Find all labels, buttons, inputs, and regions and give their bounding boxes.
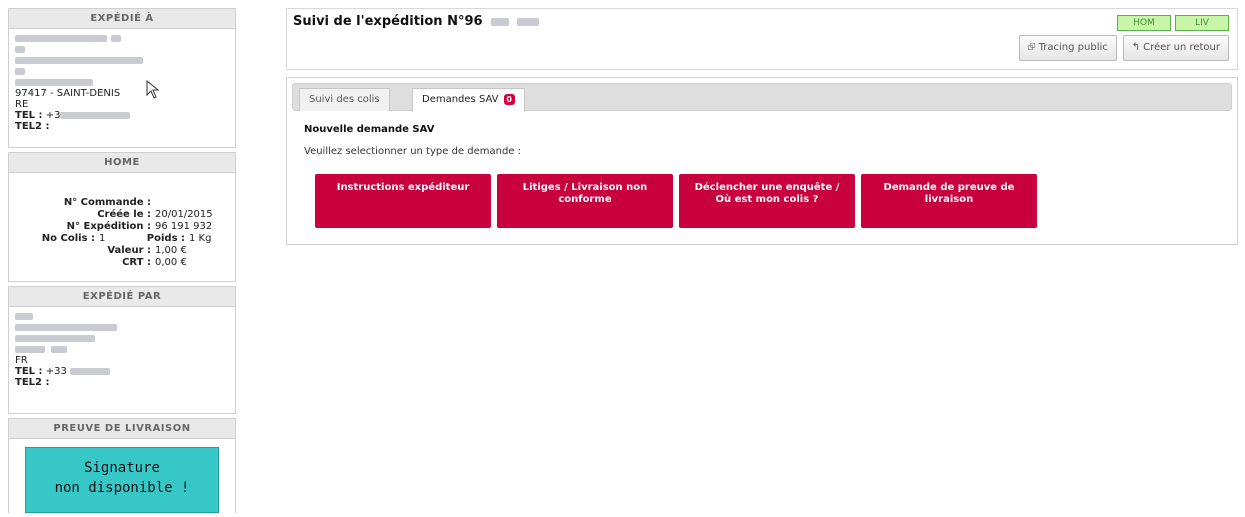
proof-of-delivery-panel: PREUVE DE LIVRAISON Signature non dispon…	[8, 418, 236, 513]
valeur-label: Valeur :	[107, 245, 151, 256]
sav-litiges-label: Litiges / Livraison non conforme	[522, 182, 648, 205]
shipped-to-header: EXPÉDIÉ À	[9, 9, 235, 29]
tab-demandes-sav[interactable]: Demandes SAV 0	[412, 88, 525, 112]
colis-poids-row: No Colis : 1 Poids : 1 Kg	[15, 233, 229, 245]
home-panel: HOME N° Commande : Créée le : 20/01/2015…	[8, 152, 236, 282]
sav-enquete-button[interactable]: Déclencher une enquête / Où est mon coli…	[679, 174, 855, 228]
tracing-public-button[interactable]: ⮺ Tracing public	[1018, 35, 1117, 61]
poids-label: Poids :	[146, 233, 185, 244]
home-header: HOME	[9, 153, 235, 173]
crt-value: 0,00 €	[155, 257, 187, 268]
shipment-header: Suivi de l'expédition N°96 HOM LIV ⮺ Trac…	[286, 8, 1238, 70]
status-badge-liv: LIV	[1175, 15, 1229, 31]
tab-suivi-colis-label: Suivi des colis	[309, 94, 380, 105]
recipient-country: RE	[15, 99, 29, 110]
signature-line2: non disponible !	[54, 480, 190, 496]
section-subtitle: Veuillez selectionner un type de demande…	[304, 146, 522, 157]
order-number-label: N° Commande :	[63, 197, 151, 208]
sav-preuve-button[interactable]: Demande de preuve de livraison	[861, 174, 1037, 228]
main-content: Suivi de l'expédition N°96 HOM LIV ⮺ Trac…	[286, 8, 1238, 245]
created-label: Créée le :	[97, 209, 151, 220]
shipped-to-panel: EXPÉDIÉ À 97417 - SAINT-DENIS RE TEL : +…	[8, 8, 236, 148]
page-title: Suivi de l'expédition N°96	[293, 14, 539, 29]
created-value: 20/01/2015	[155, 209, 213, 220]
mouse-cursor-icon	[146, 80, 160, 99]
create-return-button[interactable]: ↰ Créer un retour	[1122, 35, 1229, 61]
signature-unavailable: Signature non disponible !	[25, 447, 219, 513]
valeur-value: 1,00 €	[155, 245, 187, 256]
sender-country: FR	[15, 355, 28, 366]
colis-value: 1	[99, 233, 106, 244]
proof-of-delivery-header: PREUVE DE LIVRAISON	[9, 419, 235, 439]
shipped-by-header: EXPÉDIÉ PAR	[9, 287, 235, 307]
sidebar: EXPÉDIÉ À 97417 - SAINT-DENIS RE TEL : +…	[8, 8, 236, 517]
shipment-number-row: N° Expédition : 96 191 932	[15, 221, 229, 233]
tracing-icon: ⮺	[1027, 42, 1036, 53]
sav-instructions-label: Instructions expéditeur	[336, 182, 470, 193]
signature-line1: Signature	[84, 460, 160, 476]
sav-instructions-button[interactable]: Instructions expéditeur	[315, 174, 491, 228]
sender-tel-label: TEL :	[15, 366, 43, 377]
status-badges: HOM LIV	[1117, 15, 1229, 31]
order-number-value	[155, 197, 229, 209]
sav-preuve-label: Demande de preuve de livraison	[883, 182, 1015, 205]
crt-label: CRT :	[122, 257, 151, 268]
recipient-tel-value: +3	[45, 110, 61, 121]
crt-row: CRT : 0,00 €	[15, 257, 229, 269]
tabs-panel: Suivi des colis Demandes SAV 0 Nouvelle …	[286, 77, 1238, 245]
tracing-public-label: Tracing public	[1038, 42, 1108, 53]
status-badge-hom: HOM	[1117, 15, 1171, 31]
sav-type-buttons: Instructions expéditeur Litiges / Livrai…	[315, 174, 1037, 228]
shipment-number-label: N° Expédition :	[66, 221, 151, 232]
sender-tel2-label: TEL2 :	[15, 377, 50, 388]
valeur-row: Valeur : 1,00 €	[15, 245, 229, 257]
sav-litiges-button[interactable]: Litiges / Livraison non conforme	[497, 174, 673, 228]
sender-tel-value: +33	[45, 366, 67, 377]
recipient-tel-label: TEL :	[15, 110, 43, 121]
create-return-label: Créer un retour	[1143, 42, 1220, 53]
tab-strip: Suivi des colis Demandes SAV 0	[292, 83, 1232, 112]
shipment-number-value: 96 191 932	[155, 221, 213, 232]
section-title: Nouvelle demande SAV	[304, 124, 435, 135]
created-row: Créée le : 20/01/2015	[15, 209, 229, 221]
colis-label: No Colis :	[41, 233, 95, 244]
tab-demandes-sav-label: Demandes SAV	[422, 94, 499, 105]
recipient-city: 97417 - SAINT-DENIS	[15, 88, 121, 99]
sav-enquete-label: Déclencher une enquête / Où est mon coli…	[694, 182, 840, 205]
sav-count-badge: 0	[503, 93, 515, 105]
poids-value: 1 Kg	[189, 233, 212, 244]
action-buttons: ⮺ Tracing public ↰ Créer un retour	[1018, 35, 1229, 61]
return-arrow-icon: ↰	[1131, 42, 1141, 53]
shipped-by-panel: EXPÉDIÉ PAR FR TEL : +33 TEL2 :	[8, 286, 236, 414]
order-number-row: N° Commande :	[15, 197, 229, 209]
recipient-tel2-label: TEL2 :	[15, 121, 50, 132]
tab-suivi-colis[interactable]: Suivi des colis	[299, 88, 390, 111]
